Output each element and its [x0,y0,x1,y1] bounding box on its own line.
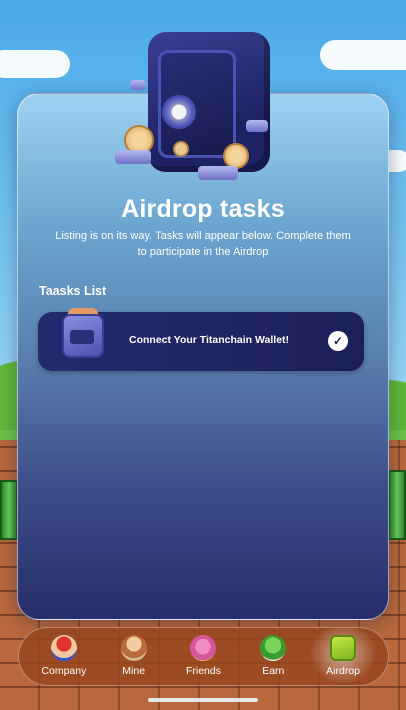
mine-character-icon [120,635,147,661]
page-title: Airdrop tasks [121,195,285,223]
wallet-icon [330,635,357,661]
nav-item-friends[interactable]: Friends [169,628,237,685]
wallet-icon [56,304,112,364]
nav-label: Company [41,665,87,677]
tasks-list-label: Taasks List [39,284,107,298]
home-indicator [148,698,258,702]
nav-label: Friends [185,665,221,677]
nav-label: Earn [262,665,285,677]
nav-label: Mine [122,665,146,677]
nav-item-mine[interactable]: Mine [100,628,168,685]
page-subtitle: Listing is on its way. Tasks will appear… [55,230,351,258]
nav-label: Airdrop [326,665,360,677]
check-icon: ✓ [328,331,348,351]
safe-lock-icon [173,141,189,157]
safe-dial-icon [162,95,196,129]
safe-illustration [110,20,285,185]
nav-item-earn[interactable]: Earn [239,628,307,685]
task-label: Connect Your Titanchain Wallet! [129,334,290,346]
nav-item-company[interactable]: Company [30,628,98,685]
bottom-nav: Company Mine Friends Earn Airdrop [18,627,389,686]
earn-character-icon [260,635,287,661]
friends-character-icon [190,635,217,661]
task-connect-wallet[interactable]: Connect Your Titanchain Wallet! ✓ [38,308,364,371]
nav-item-airdrop[interactable]: Airdrop [309,628,378,685]
company-character-icon [50,635,77,661]
